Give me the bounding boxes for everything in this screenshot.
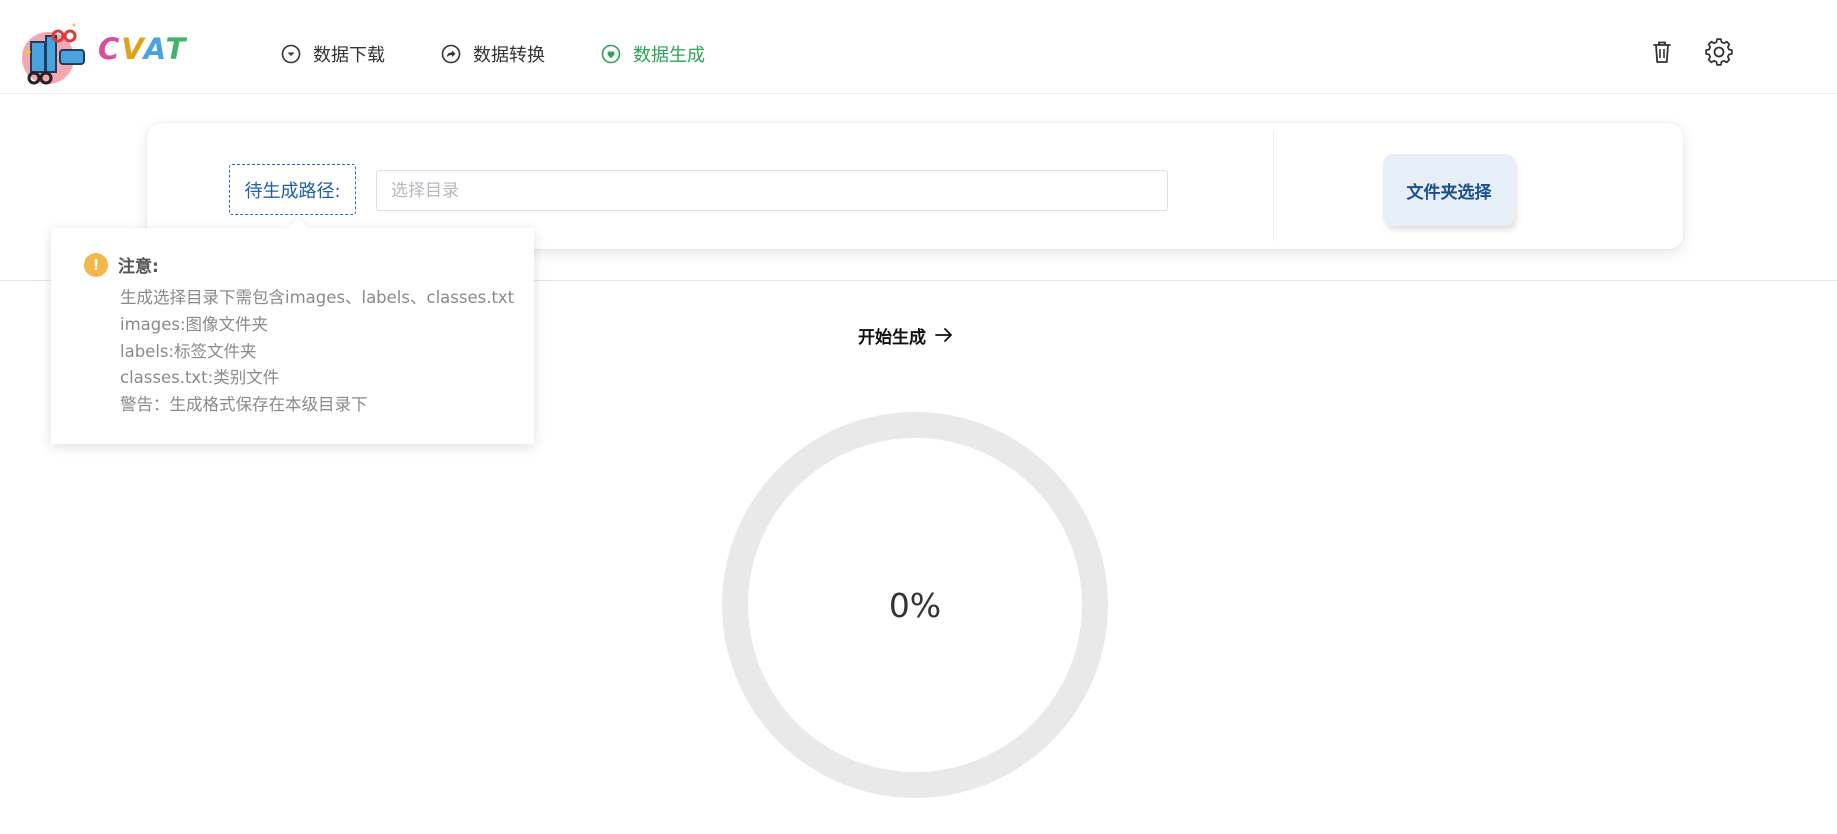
- gear-icon[interactable]: [1703, 36, 1735, 68]
- path-label: 待生成路径:: [229, 164, 356, 215]
- nav-item-label: 数据下载: [313, 45, 385, 66]
- tooltip-line: images:图像文件夹: [120, 314, 269, 334]
- tooltip-line: 警告：生成格式保存在本级目录下: [120, 395, 368, 415]
- nav-item-download[interactable]: 数据下载: [281, 42, 385, 66]
- share-arrow-circle-icon: [441, 44, 461, 64]
- folder-select-button[interactable]: 文件夹选择: [1383, 154, 1515, 226]
- nav-item-convert[interactable]: 数据转换: [441, 42, 545, 66]
- cvat-logo[interactable]: CVAT: [22, 22, 185, 88]
- tooltip-line: labels:标签文件夹: [120, 341, 257, 361]
- card-divider: [1273, 131, 1274, 241]
- note-tooltip: ! 注意: 生成选择目录下需包含images、labels、classes.tx…: [51, 218, 534, 444]
- tooltip-title-text: 注意:: [118, 257, 159, 277]
- trash-icon[interactable]: [1646, 36, 1678, 68]
- arrow-right-icon: [935, 328, 952, 342]
- nav-item-label: 数据生成: [633, 45, 705, 66]
- tooltip-body: 生成选择目录下需包含images、labels、classes.txt imag…: [120, 285, 514, 419]
- start-generate-label: 开始生成: [858, 327, 926, 348]
- app-header: CVAT 数据下载 数据转换 数据生成: [0, 0, 1837, 94]
- warning-icon: !: [84, 252, 108, 277]
- logo-text: CVAT: [98, 32, 188, 66]
- nav-item-generate[interactable]: 数据生成: [601, 42, 705, 66]
- heart-circle-icon: [601, 44, 621, 64]
- tooltip-line: classes.txt:类别文件: [120, 368, 280, 388]
- progress-ring: 0%: [720, 410, 1110, 800]
- directory-input[interactable]: [376, 170, 1168, 211]
- logo-graphic-icon: [22, 23, 85, 85]
- nav-item-label: 数据转换: [473, 45, 545, 66]
- download-circle-icon: [281, 44, 301, 64]
- start-generate-button[interactable]: 开始生成: [858, 322, 954, 348]
- progress-percent: 0%: [888, 585, 942, 625]
- tooltip-title: ! 注意:: [84, 252, 159, 277]
- tooltip-line: 生成选择目录下需包含images、labels、classes.txt: [120, 288, 515, 307]
